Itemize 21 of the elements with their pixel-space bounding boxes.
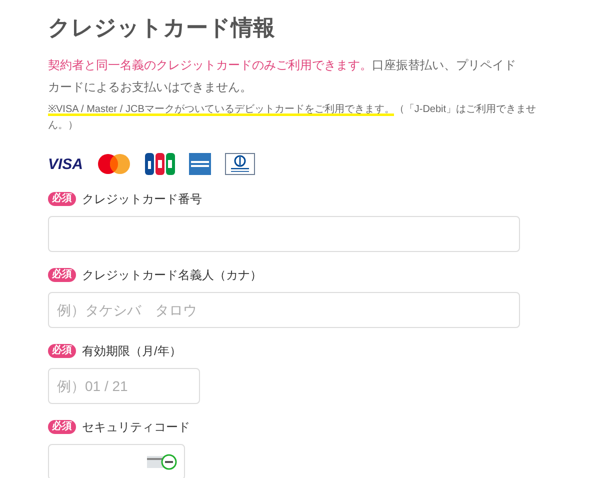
- diners-club-logo-icon: [225, 153, 256, 175]
- jcb-logo-icon: [145, 153, 176, 175]
- required-badge: 必須: [48, 344, 76, 358]
- card-security-code-icon: [147, 454, 177, 470]
- required-badge: 必須: [48, 268, 76, 282]
- mastercard-logo-icon: [97, 153, 132, 175]
- notice-text: 契約者と同一名義のクレジットカードのみご利用できます。口座振替払い、プリペイドカードによるお支払いはできません。: [48, 57, 517, 96]
- text-field[interactable]: 例）01 / 21: [48, 368, 200, 404]
- field-label: クレジットカード番号: [82, 191, 202, 208]
- amex-logo-icon: [189, 153, 212, 175]
- required-badge: 必須: [48, 192, 76, 206]
- debit-card-note: ※VISA / Master / JCBマークがついているデビットカードをご利用できます。（「J-Debit」はご利用できません。）: [48, 102, 538, 133]
- section-title: クレジットカード情報: [48, 14, 276, 42]
- text-field[interactable]: [48, 216, 520, 252]
- field-label: 有効期限（月/年）: [82, 343, 182, 360]
- text-field[interactable]: [48, 444, 185, 478]
- text-field[interactable]: 例）タケシバ タロウ: [48, 292, 520, 328]
- field-label: セキュリティコード: [82, 419, 190, 436]
- field-label: クレジットカード名義人（カナ）: [82, 267, 262, 284]
- visa-logo: VISA: [48, 156, 84, 172]
- required-badge: 必須: [48, 420, 76, 434]
